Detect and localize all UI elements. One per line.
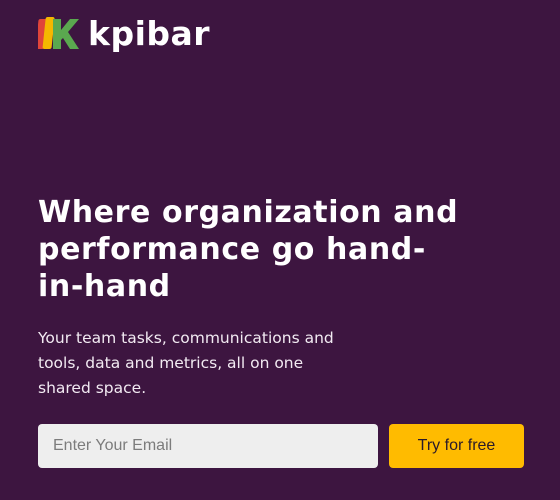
kpibar-k-logo-icon xyxy=(38,17,79,49)
hero-headline: Where organization and performance go ha… xyxy=(38,195,459,304)
try-for-free-button[interactable]: Try for free xyxy=(389,424,524,468)
brand-logo[interactable]: kpibar xyxy=(38,14,210,54)
brand-name: kpibar xyxy=(88,14,211,53)
hero-subtext: Your team tasks, communications and tool… xyxy=(38,329,334,397)
email-input[interactable] xyxy=(38,424,378,468)
signup-form: Try for free xyxy=(38,424,524,468)
